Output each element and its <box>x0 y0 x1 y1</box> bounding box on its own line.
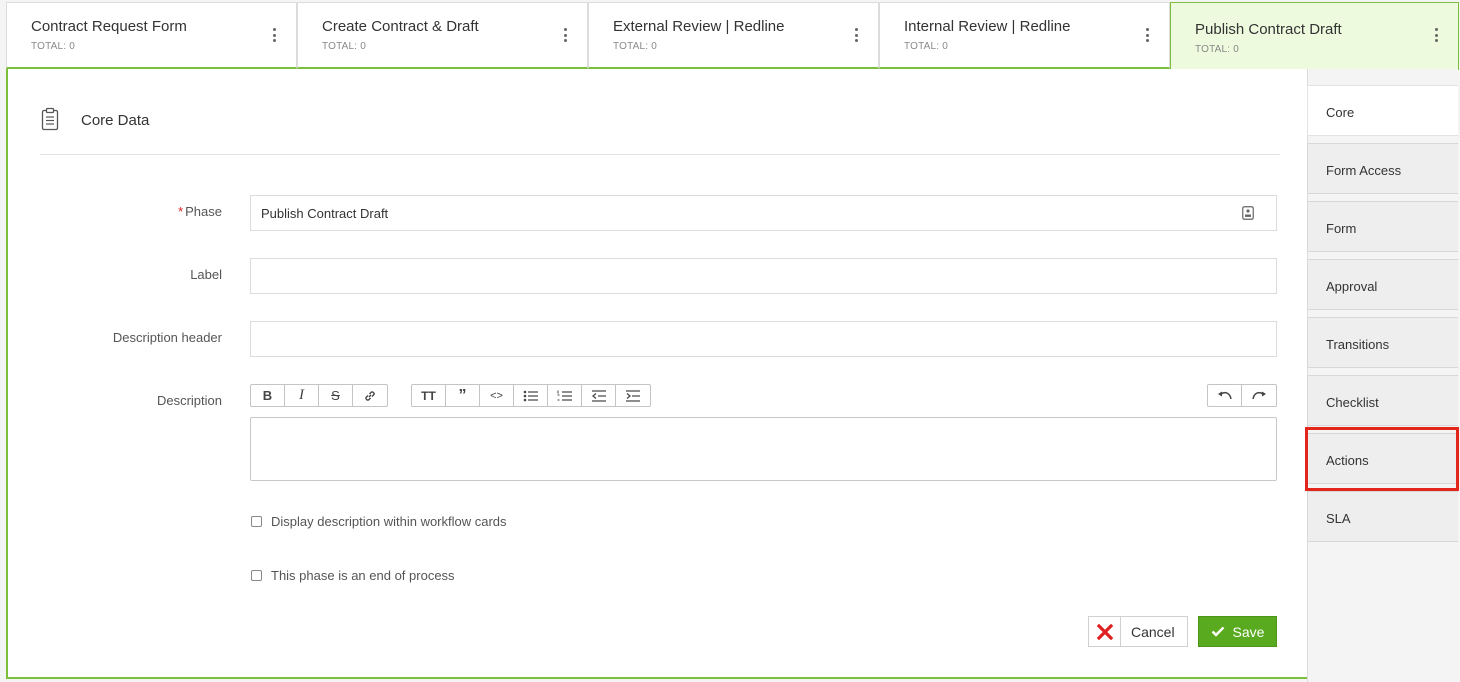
more-vertical-icon[interactable] <box>850 25 862 45</box>
more-vertical-icon[interactable] <box>1141 25 1153 45</box>
text-size-icon: TT <box>421 388 436 403</box>
phase-label: * Phase <box>8 204 222 219</box>
history-toolbar-group <box>1207 384 1277 407</box>
bold-icon: B <box>262 388 273 403</box>
cancel-label: Cancel <box>1131 623 1175 640</box>
phase-tab-total: TOTAL: 0 <box>1195 44 1240 55</box>
strikethrough-icon: S <box>331 388 340 403</box>
phase-tab-total: TOTAL: 0 <box>613 41 658 52</box>
description-header-label: Description header <box>112 330 222 345</box>
cancel-button[interactable]: Cancel <box>1088 616 1188 647</box>
sidebar-item-core[interactable]: Core <box>1307 85 1458 136</box>
check-icon <box>1211 626 1224 637</box>
sidebar-item-actions[interactable]: Actions <box>1307 433 1458 484</box>
sidebar-item-checklist[interactable]: Checklist <box>1307 375 1458 426</box>
phase-tab-title: Internal Review | Redline <box>904 18 1071 35</box>
description-label: Description <box>156 393 222 408</box>
block-toolbar-group: TT ” <> <box>411 384 651 407</box>
phase-tab-title: Create Contract & Draft <box>322 18 479 35</box>
phase-tab-title: Publish Contract Draft <box>1195 21 1342 38</box>
code-icon: <> <box>490 389 503 402</box>
sidebar-item-transitions[interactable]: Transitions <box>1307 317 1458 368</box>
sidebar-item-label: Approval <box>1326 279 1378 294</box>
phase-tab-contract-request-form[interactable]: Contract Request Form TOTAL: 0 <box>6 2 297 69</box>
phase-select-value: Publish Contract Draft <box>261 205 389 221</box>
more-vertical-icon[interactable] <box>559 25 571 45</box>
description-header-input[interactable] <box>250 321 1277 357</box>
link-button[interactable] <box>353 385 387 406</box>
sidebar-item-form[interactable]: Form <box>1307 201 1458 252</box>
phase-tab-total: TOTAL: 0 <box>322 41 367 52</box>
redo-button[interactable] <box>1242 385 1276 406</box>
phase-picker-icon[interactable] <box>1242 206 1254 223</box>
clipboard-icon <box>40 107 60 136</box>
section-header: Core Data <box>40 105 1280 155</box>
sidebar-item-approval[interactable]: Approval <box>1307 259 1458 310</box>
bullet-list-icon <box>523 390 538 401</box>
strikethrough-button[interactable]: S <box>319 385 353 406</box>
phase-label-text: Phase <box>185 204 222 219</box>
save-label: Save <box>1232 623 1265 640</box>
sidebar-item-label: Form <box>1326 221 1357 236</box>
close-icon <box>1089 617 1121 646</box>
numbered-list-button[interactable] <box>548 385 582 406</box>
indent-button[interactable] <box>616 385 650 406</box>
end-of-process-label: This phase is an end of process <box>271 568 455 583</box>
sidebar-item-label: SLA <box>1326 511 1351 526</box>
phase-tab-title: Contract Request Form <box>31 18 187 35</box>
display-in-cards-label: Display description within workflow card… <box>271 514 507 529</box>
sidebar-item-label: Core <box>1326 105 1355 120</box>
quote-icon: ” <box>458 386 467 404</box>
label-field-label: Label <box>190 267 222 282</box>
format-toolbar-group: B I S <box>250 384 388 407</box>
save-button[interactable]: Save <box>1198 616 1277 647</box>
label-input[interactable] <box>250 258 1277 294</box>
sidebar-item-label: Actions <box>1326 453 1369 468</box>
sidebar-item-form-access[interactable]: Form Access <box>1307 143 1458 194</box>
display-in-cards-checkbox[interactable] <box>251 516 262 527</box>
outdent-button[interactable] <box>582 385 616 406</box>
outdent-icon <box>591 389 606 402</box>
undo-icon <box>1217 391 1232 399</box>
required-mark: * <box>178 204 184 219</box>
display-in-cards-option[interactable]: Display description within workflow card… <box>251 514 507 529</box>
heading-button[interactable]: TT <box>412 385 446 406</box>
code-button[interactable]: <> <box>480 385 514 406</box>
phase-tab-external-review-redline[interactable]: External Review | Redline TOTAL: 0 <box>588 2 879 69</box>
description-editor[interactable] <box>250 417 1277 481</box>
sidebar-item-label: Checklist <box>1326 395 1379 410</box>
more-vertical-icon[interactable] <box>268 25 280 45</box>
phase-tab-title: External Review | Redline <box>613 18 785 35</box>
core-data-panel: Core Data * Phase Publish Contract Draft … <box>6 69 1308 679</box>
italic-icon: I <box>299 387 304 403</box>
sidebar-item-label: Form Access <box>1326 163 1402 178</box>
phase-tab-total: TOTAL: 0 <box>904 41 949 52</box>
more-vertical-icon[interactable] <box>1430 25 1442 45</box>
phase-tab-publish-contract-draft[interactable]: Publish Contract Draft TOTAL: 0 <box>1170 2 1459 70</box>
indent-icon <box>626 389 640 402</box>
end-of-process-checkbox[interactable] <box>251 570 262 581</box>
phase-select[interactable]: Publish Contract Draft <box>250 195 1277 231</box>
phase-tab-create-contract-draft[interactable]: Create Contract & Draft TOTAL: 0 <box>297 2 588 69</box>
bold-button[interactable]: B <box>251 385 285 406</box>
sidebar-item-sla[interactable]: SLA <box>1307 491 1458 542</box>
bullet-list-button[interactable] <box>514 385 548 406</box>
phase-tab-internal-review-redline[interactable]: Internal Review | Redline TOTAL: 0 <box>879 2 1170 69</box>
redo-icon <box>1252 391 1266 399</box>
italic-button[interactable]: I <box>285 385 319 406</box>
link-icon <box>365 390 375 401</box>
phase-tab-total: TOTAL: 0 <box>31 41 76 52</box>
sidebar-item-label: Transitions <box>1326 337 1390 352</box>
section-title: Core Data <box>81 112 150 129</box>
numbered-list-icon <box>557 390 572 401</box>
end-of-process-option[interactable]: This phase is an end of process <box>251 568 455 583</box>
undo-button[interactable] <box>1208 385 1242 406</box>
blockquote-button[interactable]: ” <box>446 385 480 406</box>
